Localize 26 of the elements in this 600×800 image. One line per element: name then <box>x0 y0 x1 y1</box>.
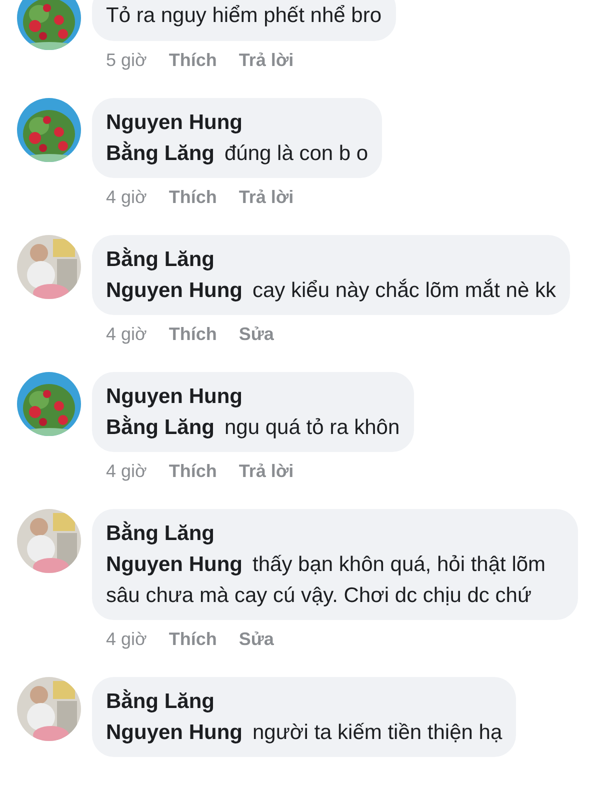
author-name[interactable]: Bằng Lăng <box>106 518 564 549</box>
comment-text: Tỏ ra nguy hiểm phết nhể bro <box>106 3 382 29</box>
author-name[interactable]: Nguyen Hung <box>106 381 400 412</box>
comment-text: Bằng Lăng ngu quá tỏ ra khôn <box>106 414 400 441</box>
action-link[interactable]: Thích <box>168 185 217 209</box>
timestamp: 4 giờ <box>106 186 147 209</box>
action-link[interactable]: Thích <box>168 48 217 72</box>
author-name[interactable]: Bằng Lăng <box>106 686 502 717</box>
timestamp: 4 giờ <box>106 460 147 483</box>
timestamp: 4 giờ <box>106 628 147 651</box>
comment-text: Nguyen Hung người ta kiếm tiền thiện hạ <box>106 720 502 746</box>
timestamp: 5 giờ <box>106 49 147 72</box>
action-link[interactable]: Thích <box>168 322 217 346</box>
comment-text: Nguyen Hung thấy bạn khôn quá, hỏi thật lõm sâu chưa mà cay cú vậy. Chơi dc chịu dc chứ <box>106 552 547 609</box>
action-link[interactable]: Sửa <box>238 627 274 651</box>
author-name[interactable]: Nguyen Hung <box>106 107 368 138</box>
action-link[interactable]: Sửa <box>238 322 274 346</box>
timestamp: 4 giờ <box>106 323 147 346</box>
action-link[interactable]: Trả lời <box>238 48 294 72</box>
author-name[interactable]: Bằng Lăng <box>106 244 556 275</box>
action-link[interactable]: Trả lời <box>238 185 294 209</box>
action-link[interactable]: Trả lời <box>238 459 294 483</box>
comment-text: Bằng Lăng đúng là con b o <box>106 140 368 167</box>
action-link[interactable]: Thích <box>168 627 217 651</box>
comment-text: Nguyen Hung cay kiểu này chắc lõm mắt nè kk <box>106 278 556 304</box>
action-link[interactable]: Thích <box>168 459 217 483</box>
